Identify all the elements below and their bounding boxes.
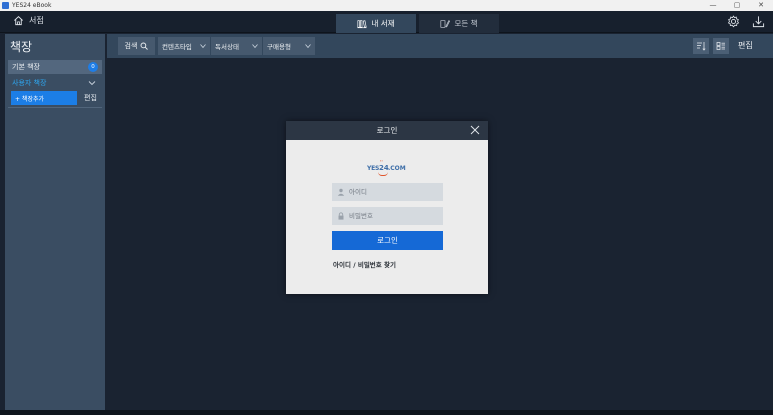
view-mode-button[interactable] [713, 38, 729, 54]
sidebar-item-default-shelf[interactable]: 기본 책장 0 [8, 60, 102, 74]
view-mode-icon [716, 42, 725, 50]
bottom-strip [0, 410, 773, 415]
chevron-down-icon[interactable] [88, 79, 96, 87]
tab-all-books-label: 모든 책 [454, 19, 478, 28]
search-button[interactable]: 검색 [118, 37, 155, 55]
minimize-button[interactable]: — [701, 0, 725, 11]
sort-button[interactable] [693, 38, 709, 54]
book-pen-icon [440, 19, 451, 28]
lock-icon [338, 212, 344, 220]
id-input[interactable] [349, 188, 439, 196]
header-actions [727, 15, 765, 28]
app-header: 서점 내 서재 모든 책 [0, 11, 773, 33]
store-home-button[interactable]: 서점 [13, 15, 44, 26]
edit-books-button[interactable]: 편집 [738, 40, 753, 51]
edit-shelf-button[interactable]: 편집 [79, 91, 102, 105]
yes24-logo: '' YES 24 .COM [367, 160, 407, 176]
purchase-type-dropdown[interactable]: 구매용형 [263, 37, 315, 55]
login-dialog: 로그인 '' YES 24 .COM 로그인 아이디 / 비밀번호 찾기 [286, 121, 488, 294]
password-input[interactable] [349, 212, 439, 220]
window-controls: — ▢ ✕ [701, 0, 773, 11]
login-dialog-title: 로그인 [376, 126, 398, 135]
sort-icon [697, 42, 706, 51]
find-account-link[interactable]: 아이디 / 비밀번호 찾기 [333, 259, 396, 269]
window-titlebar: YES24 eBook — ▢ ✕ [0, 0, 773, 11]
sidebar-divider [8, 107, 102, 108]
filter-toolbar: 검색 컨텐츠타입 독서상태 구매용형 편집 [107, 34, 773, 58]
content-type-label: 컨텐츠타입 [162, 43, 192, 51]
id-field[interactable] [332, 183, 443, 201]
sidebar-item-user-shelf[interactable]: 사용자 책장 [8, 76, 102, 89]
shelf-count-badge: 0 [88, 62, 98, 72]
store-label: 서점 [29, 16, 44, 25]
window-title: YES24 eBook [12, 2, 52, 9]
sidebar: 책장 기본 책장 0 사용자 책장 + 책장추가 편집 [5, 34, 105, 410]
search-label: 검색 [124, 42, 138, 50]
close-window-button[interactable]: ✕ [749, 0, 773, 11]
download-icon[interactable] [752, 15, 765, 28]
bookshelf-icon [357, 19, 368, 28]
user-icon [337, 188, 345, 196]
home-icon [14, 16, 23, 26]
content-type-dropdown[interactable]: 컨텐츠타입 [158, 37, 210, 55]
tab-all-books[interactable]: 모든 책 [419, 14, 499, 33]
search-icon [140, 42, 149, 50]
tab-my-library-label: 내 서재 [371, 19, 395, 28]
app-icon [2, 2, 9, 9]
chevron-down-icon [200, 44, 206, 49]
sidebar-title: 책장 [10, 40, 33, 54]
settings-icon[interactable] [727, 15, 740, 28]
user-shelf-label: 사용자 책장 [12, 78, 47, 87]
default-shelf-label: 기본 책장 [12, 63, 40, 71]
password-field[interactable] [332, 207, 443, 225]
reading-status-label: 독서상태 [215, 43, 239, 51]
shelf-actions: + 책장추가 편집 [8, 91, 102, 105]
main-tabs: 내 서재 모든 책 [336, 14, 502, 33]
add-shelf-button[interactable]: + 책장추가 [11, 91, 77, 105]
tab-my-library[interactable]: 내 서재 [336, 14, 416, 33]
chevron-down-icon [305, 44, 311, 49]
login-dialog-header: 로그인 [286, 121, 488, 140]
purchase-type-label: 구매용형 [267, 43, 291, 51]
reading-status-dropdown[interactable]: 독서상태 [211, 37, 262, 55]
maximize-button[interactable]: ▢ [725, 0, 749, 11]
login-button[interactable]: 로그인 [332, 231, 443, 250]
close-icon[interactable] [470, 125, 480, 135]
chevron-down-icon [252, 44, 258, 49]
